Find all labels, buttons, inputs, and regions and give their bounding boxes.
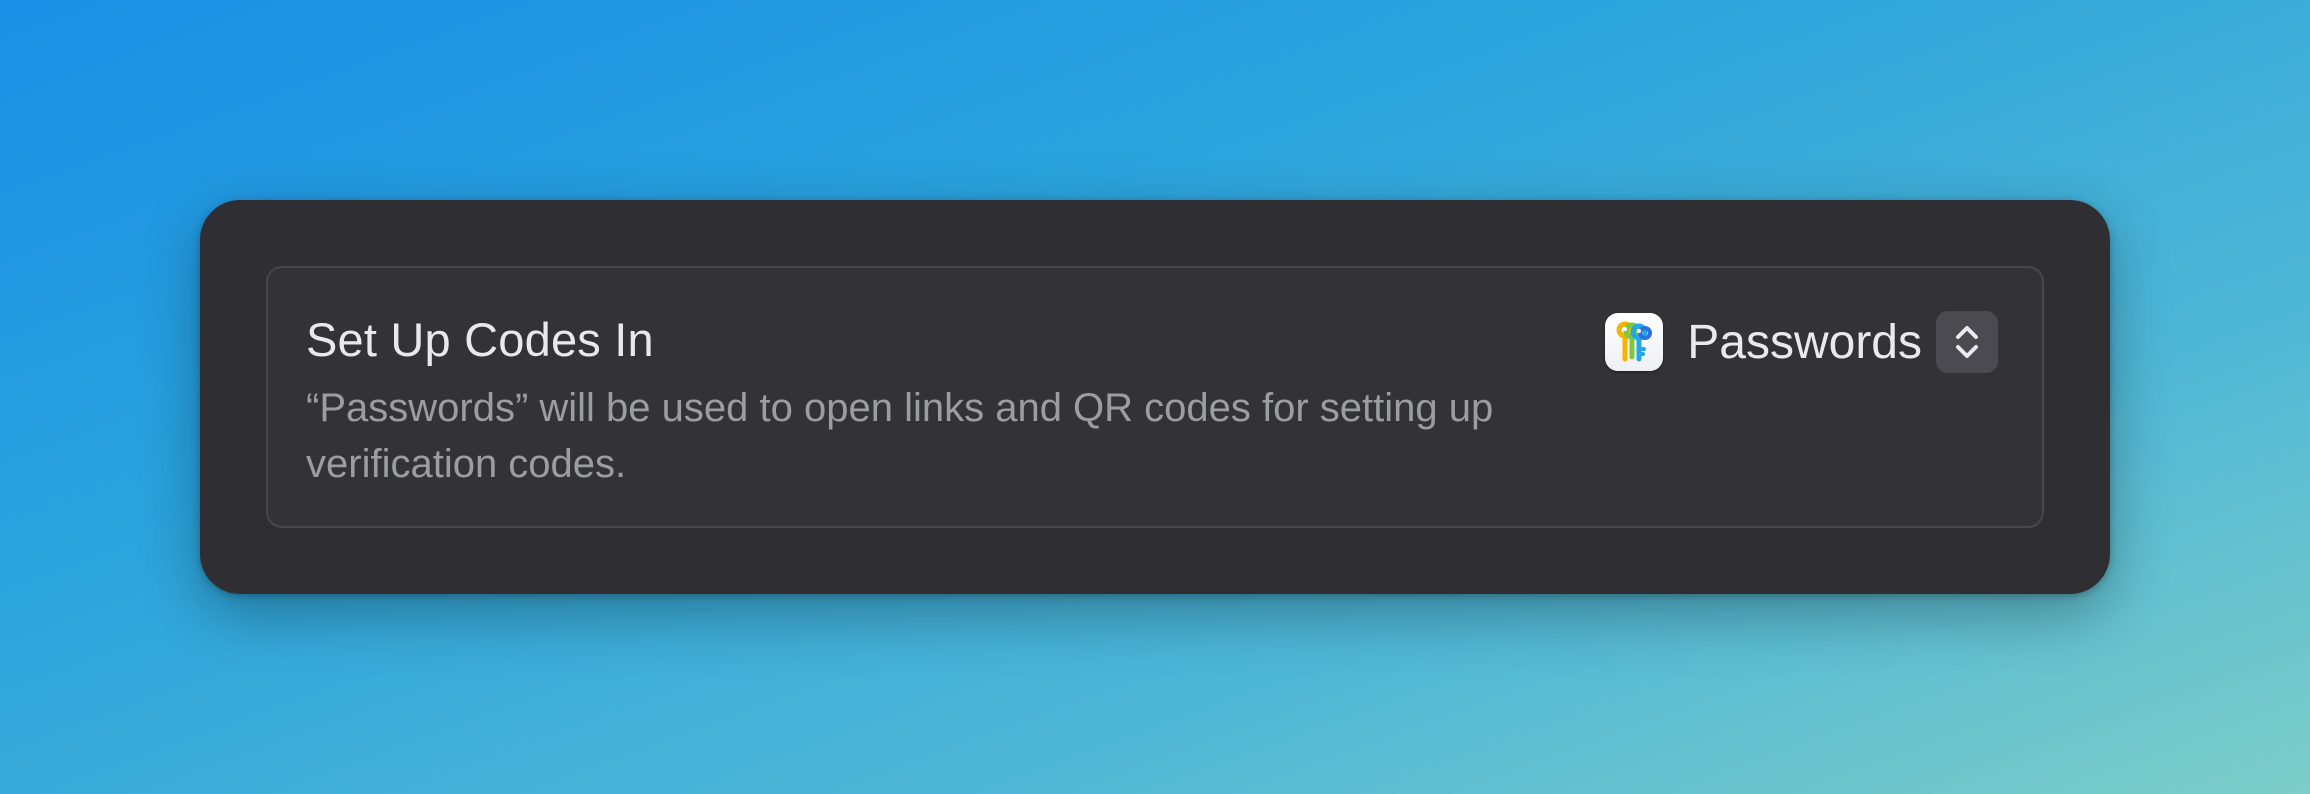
settings-window: Set Up Codes In “Passwords” will be used… bbox=[200, 200, 2110, 594]
setting-description: “Passwords” will be used to open links a… bbox=[306, 386, 1494, 486]
chevron-up-down-icon[interactable] bbox=[1936, 311, 1998, 373]
setup-codes-row: Set Up Codes In “Passwords” will be used… bbox=[266, 266, 2044, 528]
passwords-app-icon bbox=[1605, 313, 1664, 371]
app-picker-popup[interactable]: Passwords bbox=[1605, 310, 1998, 374]
selected-app-label: Passwords bbox=[1687, 315, 1922, 369]
setting-title: Set Up Codes In bbox=[306, 313, 654, 366]
